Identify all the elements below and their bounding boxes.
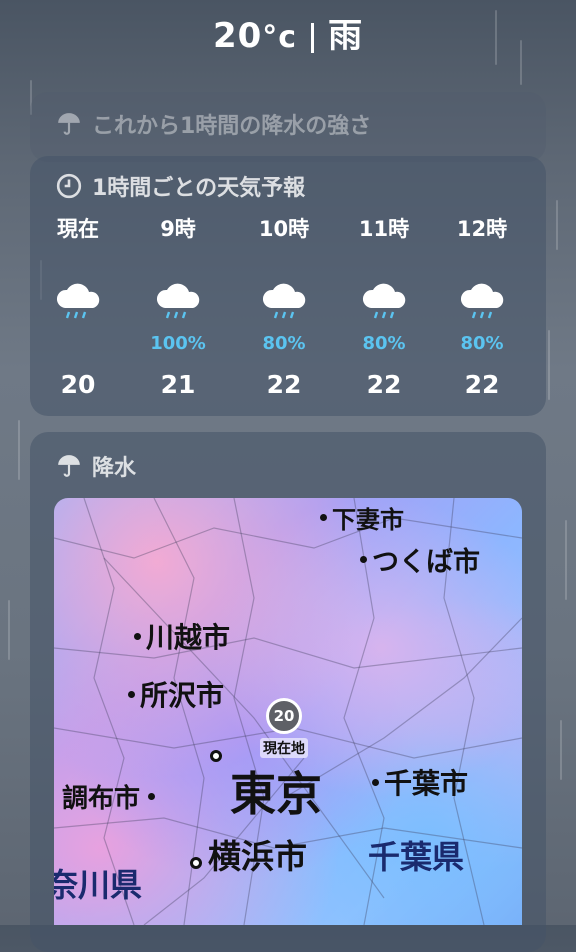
precip-intensity-label: これから1時間の降水の強さ <box>92 114 372 139</box>
hour-item-10: 10時 80% 22 <box>234 214 334 399</box>
weather-condition: 雨 <box>328 16 364 56</box>
city-label-shimotsuma: 下妻市 <box>320 500 404 535</box>
hour-label: 9時 <box>160 217 196 241</box>
hour-item-11: 11時 80% 22 <box>334 214 434 399</box>
hour-precip: 80% <box>460 333 504 354</box>
city-label-yokohama: 横浜市 <box>190 830 307 878</box>
tokyo-marker <box>210 750 222 762</box>
city-dot <box>360 556 367 563</box>
hour-temp: 22 <box>366 370 402 399</box>
hour-label: 11時 <box>358 217 410 241</box>
city-dot <box>372 778 379 786</box>
hour-temp: 21 <box>160 370 196 399</box>
hour-temp: 22 <box>464 370 500 399</box>
header-divider <box>311 22 315 53</box>
city-ring <box>190 857 202 869</box>
precip-map-title: 降水 <box>56 450 136 482</box>
hour-label: 12時 <box>456 217 508 241</box>
city-dot <box>320 514 327 521</box>
hour-item-now: 現在 20 <box>28 214 128 399</box>
current-location-pin[interactable]: 20 <box>266 698 302 734</box>
umbrella-icon <box>58 113 80 135</box>
hour-temp: 22 <box>266 370 302 399</box>
hour-item-12: 12時 80% 22 <box>432 214 532 399</box>
hour-item-9: 9時 100% 21 <box>128 214 228 399</box>
city-dot <box>128 690 135 698</box>
precip-intensity-title: これから1時間の降水の強さ <box>56 108 371 140</box>
city-label-chofu: 調布市 <box>62 778 160 815</box>
hour-label: 10時 <box>258 217 310 241</box>
city-dot <box>148 793 156 800</box>
hour-precip: 100% <box>150 333 206 354</box>
hourly-forecast-list: 現在 20 9時 100% 21 10時 80% 22 11時 80% 22 1… <box>30 214 550 414</box>
temperature-unit: °c <box>262 20 298 55</box>
city-label-chiba-city: 千葉市 <box>372 762 468 802</box>
hour-precip: 80% <box>362 333 406 354</box>
hour-label: 現在 <box>57 217 99 241</box>
rain-cloud-icon <box>28 272 128 332</box>
precip-map-label: 降水 <box>92 456 137 481</box>
hour-precip <box>28 332 128 356</box>
city-label-kawagoe: 川越市 <box>134 616 230 656</box>
hourly-forecast-title: 1時間ごとの天気予報 <box>56 170 305 202</box>
rain-cloud-icon <box>432 272 532 332</box>
current-temperature: 20 <box>212 16 263 56</box>
current-weather-header: 20°c 雨 <box>0 8 576 57</box>
current-location-label: 現在地 <box>260 738 308 758</box>
hourly-forecast-label: 1時間ごとの天気予報 <box>92 176 306 201</box>
city-label-tsukuba: つくば市 <box>360 540 480 579</box>
city-ring <box>210 750 222 762</box>
city-label-tokyo: 東京 <box>230 767 322 821</box>
city-label-kanagawa: 奈川県 <box>54 866 143 904</box>
precipitation-map[interactable]: 下妻市 つくば市 川越市 所沢市 20 現在地 調布市 東京 千葉市 横浜市 千… <box>54 498 522 925</box>
city-label-chiba-pref: 千葉県 <box>368 838 465 876</box>
city-label-tokorozawa: 所沢市 <box>128 674 224 714</box>
rain-cloud-icon <box>334 272 434 332</box>
rain-cloud-icon <box>234 272 334 332</box>
clock-icon <box>56 173 82 199</box>
umbrella-icon <box>58 455 80 477</box>
hour-temp: 20 <box>60 370 96 399</box>
city-dot <box>134 632 141 640</box>
hour-precip: 80% <box>262 333 306 354</box>
rain-cloud-icon <box>128 272 228 332</box>
